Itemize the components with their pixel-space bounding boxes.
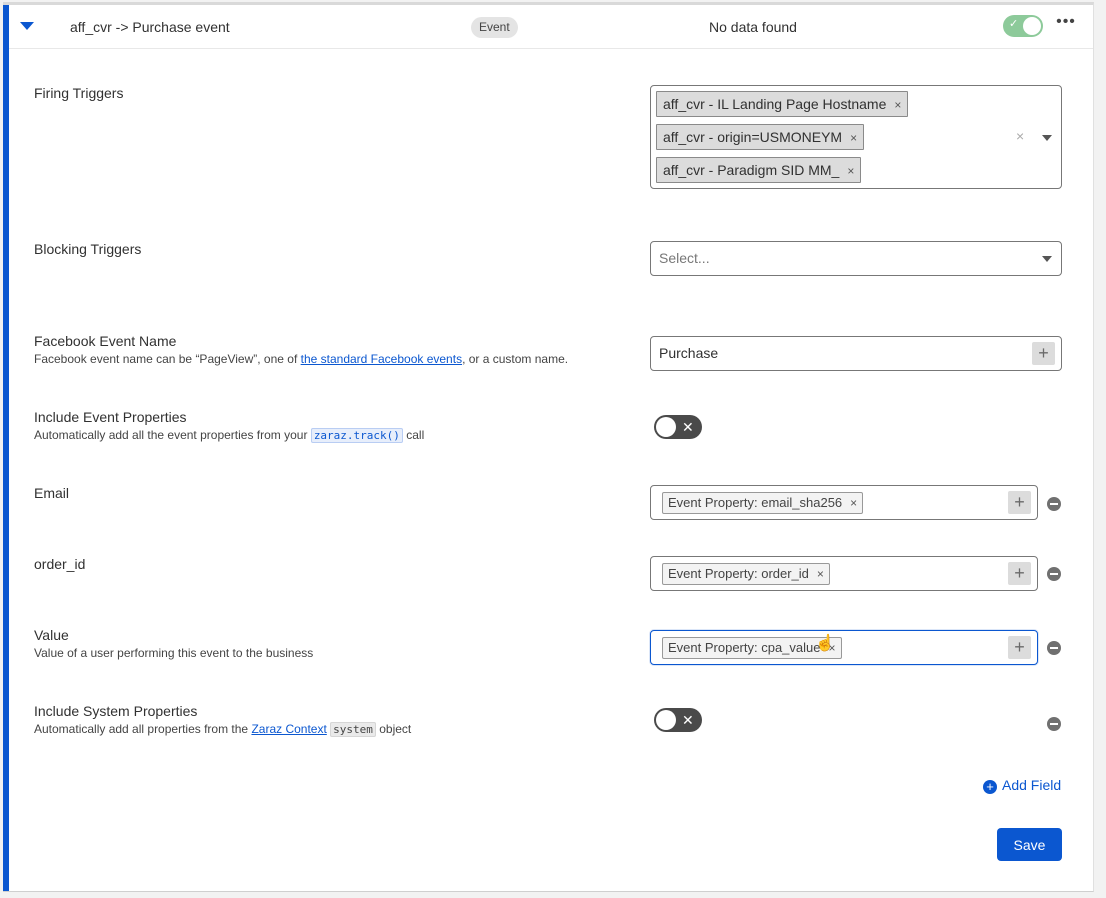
event-name-label: Facebook Event Name: [34, 333, 177, 349]
value-field[interactable]: Event Property: cpa_value × +: [650, 630, 1038, 665]
desc-text: Automatically add all the event properti…: [34, 428, 311, 442]
status-text: No data found: [709, 19, 797, 35]
enable-toggle[interactable]: ✓: [1003, 15, 1043, 37]
save-button[interactable]: Save: [997, 828, 1062, 861]
zaraz-context-link[interactable]: Zaraz Context: [251, 722, 326, 736]
include-system-props-description: Automatically add all properties from th…: [34, 722, 412, 737]
action-title: aff_cvr -> Purchase event: [70, 19, 230, 35]
accent-bar: [3, 5, 9, 891]
trigger-chip-label: aff_cvr - origin=USMONEYM: [663, 129, 843, 145]
collapse-chevron-icon[interactable]: [20, 22, 34, 30]
add-variable-button[interactable]: +: [1008, 562, 1031, 585]
field-label-email: Email: [34, 485, 70, 501]
hand-cursor-icon: ☝: [815, 635, 835, 652]
desc-text: Automatically add all properties from th…: [34, 722, 252, 736]
remove-field-icon[interactable]: [1047, 567, 1061, 581]
standard-events-link[interactable]: the standard Facebook events: [301, 352, 462, 366]
dropdown-caret-icon[interactable]: [1042, 256, 1052, 262]
off-x-icon: ✕: [682, 712, 694, 728]
add-field-label: Add Field: [1002, 777, 1062, 793]
remove-chip-icon[interactable]: ×: [817, 567, 824, 581]
include-event-props-label: Include Event Properties: [34, 409, 187, 425]
property-chip-label: Event Property: cpa_value: [668, 640, 821, 655]
desc-text: Facebook event name can be “PageView”, o…: [34, 352, 301, 366]
desc-text: , or a custom name.: [462, 352, 569, 366]
include-system-props-label: Include System Properties: [34, 703, 198, 719]
trigger-chip-label: aff_cvr - IL Landing Page Hostname: [663, 96, 887, 112]
code-snippet: system: [330, 722, 376, 737]
trigger-chip: aff_cvr - IL Landing Page Hostname ×: [656, 91, 909, 117]
select-placeholder: Select...: [659, 250, 710, 266]
event-name-input[interactable]: Purchase +: [650, 336, 1062, 371]
desc-text: call: [402, 428, 425, 442]
event-name-value: Purchase: [659, 345, 719, 361]
include-system-props-toggle[interactable]: ✕: [654, 708, 702, 732]
code-snippet[interactable]: zaraz.track(): [310, 428, 403, 443]
property-chip: Event Property: order_id ×: [662, 563, 830, 585]
include-event-props-toggle[interactable]: ✕: [654, 415, 702, 439]
remove-chip-icon[interactable]: ×: [847, 164, 854, 178]
property-chip: Event Property: email_sha256 ×: [662, 492, 864, 514]
remove-chip-icon[interactable]: ×: [894, 98, 901, 112]
plus-circle-icon: +: [983, 780, 997, 794]
add-variable-button[interactable]: +: [1008, 491, 1031, 514]
check-icon: ✓: [1009, 18, 1019, 30]
remove-field-icon[interactable]: [1047, 497, 1061, 511]
action-header: aff_cvr -> Purchase event Event No data …: [9, 5, 1093, 49]
type-badge: Event: [471, 17, 518, 38]
add-field-button[interactable]: + Add Field: [983, 777, 1061, 794]
trigger-chip: aff_cvr - origin=USMONEYM ×: [656, 124, 865, 150]
property-chip-label: Event Property: email_sha256: [668, 495, 843, 510]
remove-chip-icon[interactable]: ×: [850, 131, 857, 145]
value-description: Value of a user performing this event to…: [34, 646, 314, 660]
include-event-props-description: Automatically add all the event properti…: [34, 428, 425, 443]
toggle-knob: [656, 417, 676, 437]
email-field[interactable]: Event Property: email_sha256 × +: [650, 485, 1038, 520]
blocking-triggers-select[interactable]: Select...: [650, 241, 1062, 276]
remove-chip-icon[interactable]: ×: [850, 496, 857, 510]
event-name-description: Facebook event name can be “PageView”, o…: [34, 352, 568, 366]
property-chip-label: Event Property: order_id: [668, 566, 809, 581]
more-options-icon[interactable]: •••: [1055, 14, 1077, 36]
remove-field-icon[interactable]: [1047, 717, 1061, 731]
desc-text: object: [375, 722, 412, 736]
tag-action-panel: aff_cvr -> Purchase event Event No data …: [3, 2, 1094, 892]
toggle-knob: [656, 710, 676, 730]
dropdown-caret-icon[interactable]: [1042, 135, 1052, 141]
remove-field-icon[interactable]: [1047, 641, 1061, 655]
trigger-chip: aff_cvr - Paradigm SID MM_ ×: [656, 157, 862, 183]
add-variable-button[interactable]: +: [1008, 636, 1031, 659]
add-variable-button[interactable]: +: [1032, 342, 1055, 365]
field-label-order-id: order_id: [34, 556, 86, 572]
blocking-triggers-label: Blocking Triggers: [34, 241, 142, 257]
order-id-field[interactable]: Event Property: order_id × +: [650, 556, 1038, 591]
firing-triggers-select[interactable]: aff_cvr - IL Landing Page Hostname × aff_…: [650, 85, 1062, 189]
off-x-icon: ✕: [682, 419, 694, 435]
field-label-value: Value: [34, 627, 69, 643]
firing-triggers-label: Firing Triggers: [34, 85, 124, 101]
toggle-knob: [1023, 17, 1041, 35]
clear-all-icon[interactable]: ×: [1016, 128, 1024, 144]
trigger-chip-label: aff_cvr - Paradigm SID MM_: [663, 162, 840, 178]
